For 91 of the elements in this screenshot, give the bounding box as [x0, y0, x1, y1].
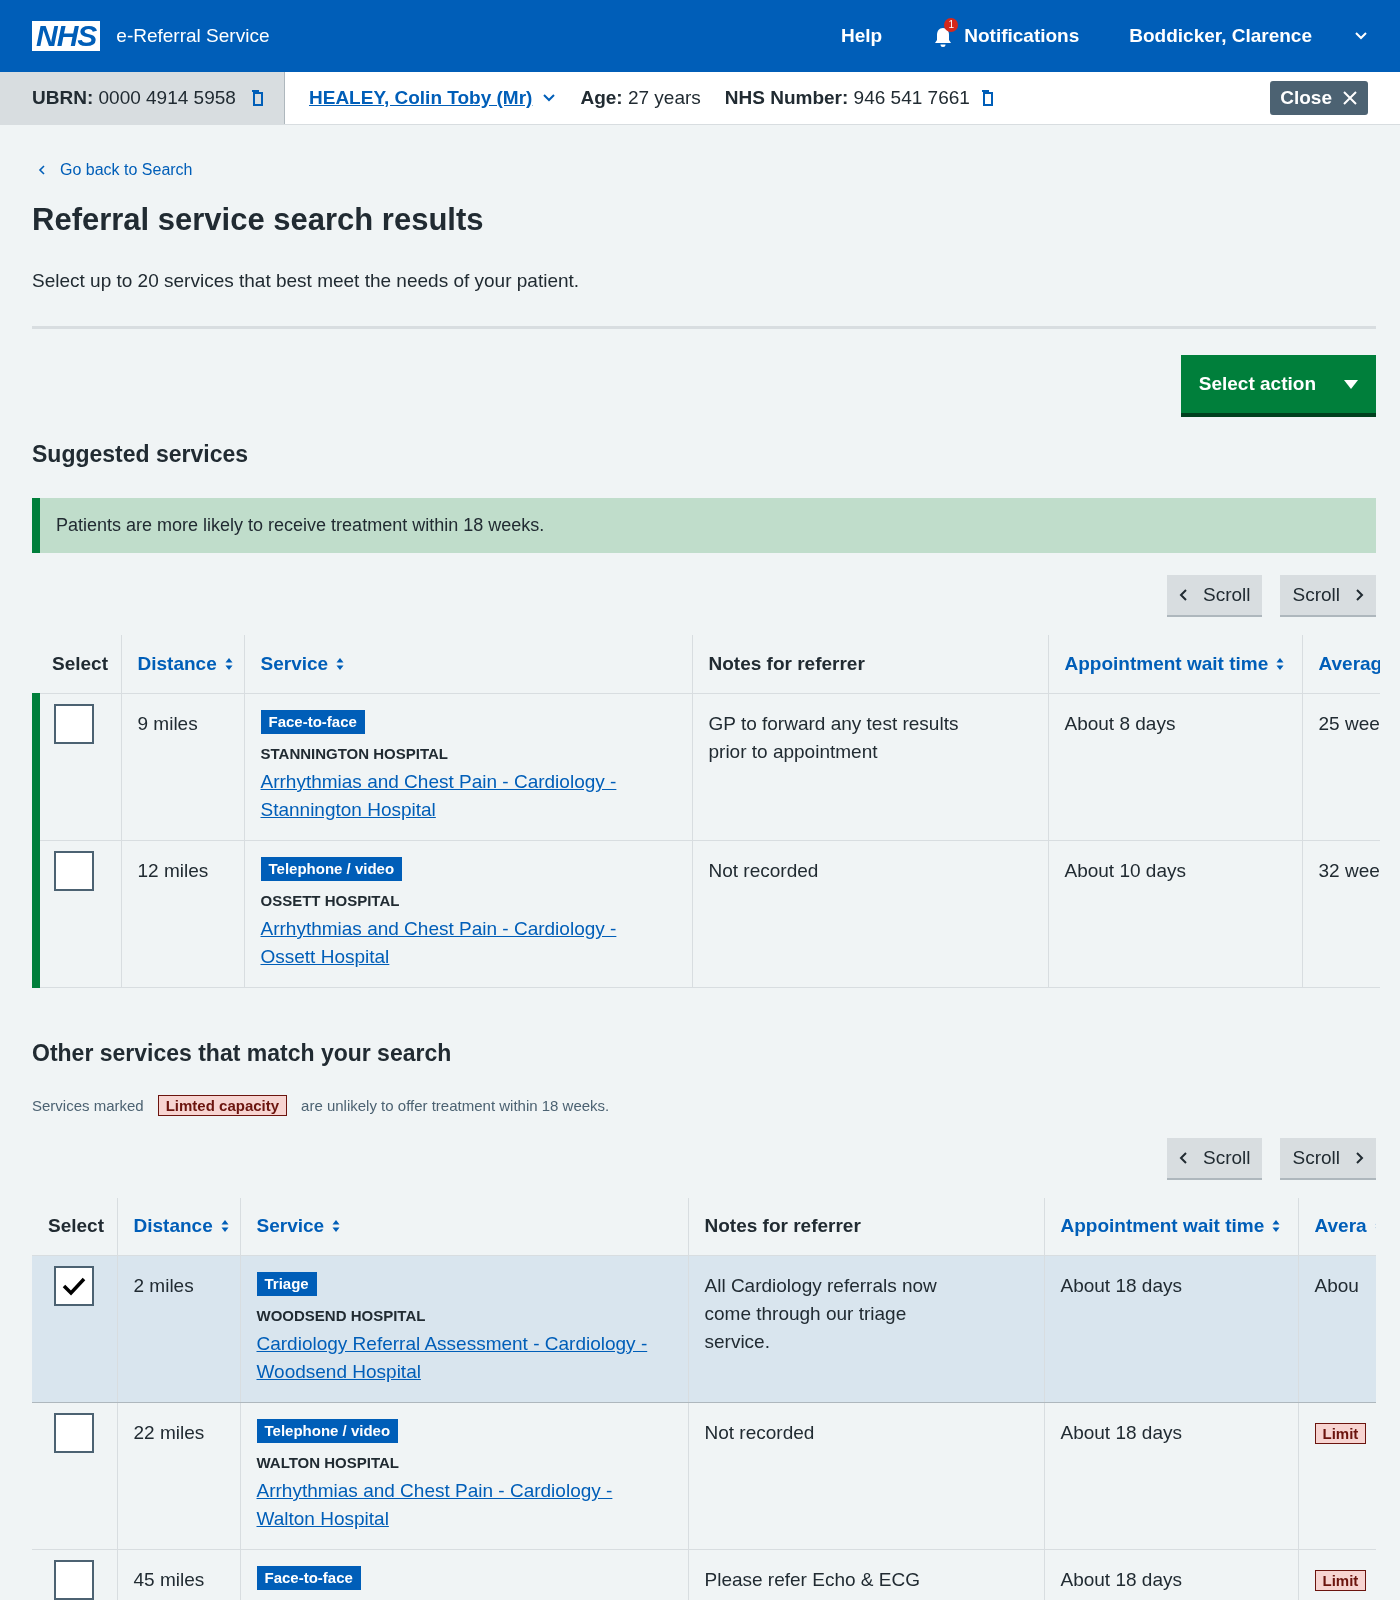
section-heading: Other services that match your search [32, 1039, 453, 1067]
section-heading: Suggested services [32, 441, 250, 468]
notes-text: Not recorded [708, 858, 820, 883]
column-header: Select [52, 652, 108, 674]
service-type-tag: Triage [256, 1272, 317, 1296]
distance-text: 45 miles [133, 1569, 205, 1590]
chevron-right-icon [1354, 588, 1364, 602]
chevron-left-icon [1178, 588, 1189, 602]
chevron-left-icon [1178, 1150, 1189, 1165]
sort-icon [1272, 1219, 1281, 1234]
sort-icon [336, 656, 345, 671]
sortable-column-header[interactable]: Distance [133, 1215, 229, 1238]
select-checkbox[interactable] [54, 1266, 94, 1306]
chevron-right-icon [1354, 1150, 1364, 1165]
capacity-tag: Limit [1314, 1423, 1367, 1444]
select-checkbox[interactable] [54, 1413, 94, 1453]
select-checkbox[interactable] [54, 703, 94, 744]
select-checkbox[interactable] [54, 850, 94, 891]
scroll-left-button[interactable]: Scroll [1166, 1137, 1263, 1178]
notes-text: Not recorded [704, 1421, 816, 1445]
page-title: Referral service search results [32, 202, 485, 238]
hospital-name: OSSETT HOSPITAL [260, 890, 401, 911]
caret-down-icon [1344, 379, 1358, 389]
average-wait-text: 25 wee [1318, 712, 1380, 734]
wait-time-text: About 18 days [1060, 1275, 1182, 1296]
wait-time-text: About 18 days [1060, 1569, 1182, 1590]
column-header: Notes for referrer [708, 652, 865, 674]
wait-time-text: About 18 days [1060, 1422, 1182, 1443]
service-link[interactable]: Arrhythmias and Chest Pain - Cardiology - Stannington Hospital [260, 767, 666, 824]
scroll-right-button[interactable]: Scroll [1280, 575, 1376, 615]
capacity-tag: Limted capacity [157, 1094, 288, 1116]
sortable-column-header[interactable]: Appointment wait time [1060, 1215, 1281, 1238]
service-name: e-Referral Service [116, 25, 270, 47]
close-icon [1342, 90, 1358, 106]
service-link[interactable]: Cardiology Referral Assessment - Cardiology - Woodsend Hospital [256, 1330, 662, 1386]
hospital-name: STANNINGTON HOSPITAL [260, 743, 449, 764]
distance-text: 12 miles [137, 859, 209, 881]
notification-count: 1 [944, 18, 959, 32]
copy-icon[interactable] [979, 90, 994, 106]
sortable-column-header[interactable]: Avera [1314, 1215, 1376, 1238]
select-checkbox[interactable] [54, 1560, 94, 1600]
sortable-column-header[interactable]: Service [256, 1215, 341, 1238]
scroll-left-button[interactable]: Scroll [1166, 575, 1263, 615]
service-type-tag: Telephone / video [260, 856, 403, 881]
sortable-column-header[interactable]: Distance [137, 652, 233, 675]
capacity-tag: Limit [1314, 1570, 1367, 1591]
service-type-tag: Face-to-face [260, 709, 365, 734]
service-type-tag: Telephone / video [256, 1419, 399, 1443]
chevron-left-icon [38, 164, 46, 176]
sortable-column-header[interactable]: Service [260, 652, 345, 675]
note-text: Services marked [32, 1096, 144, 1114]
distance-text: 2 miles [133, 1275, 194, 1296]
wait-time-text: About 10 days [1064, 859, 1186, 881]
back-link[interactable]: Go back to Search [32, 161, 193, 179]
sortable-column-header[interactable]: Averag [1318, 652, 1380, 675]
sort-icon [1276, 656, 1285, 671]
service-link[interactable]: Arrhythmias and Chest Pain - Cardiology - Ossett Hospital [260, 914, 666, 971]
help-link[interactable]: Help [841, 25, 883, 47]
column-header: Notes for referrer [704, 1215, 861, 1237]
chevron-down-icon[interactable] [542, 93, 557, 103]
hospital-name: WALTON HOSPITAL [256, 1453, 400, 1473]
column-header: Select [48, 1215, 104, 1237]
user-menu[interactable]: Boddicker, Clarence [1129, 25, 1312, 47]
note-text: are unlikely to offer treatment within 18 weeks. [301, 1096, 610, 1114]
average-wait-text: 32 wee [1318, 859, 1380, 881]
intro-text: Select up to 20 services that best meet the needs of your patient. [32, 270, 581, 292]
patient-name-link[interactable]: HEALEY, Colin Toby (Mr) [309, 87, 533, 109]
scroll-right-button[interactable]: Scroll [1280, 1137, 1376, 1178]
sort-icon [332, 1219, 341, 1234]
notifications-link[interactable]: Notifications [964, 25, 1080, 47]
distance-text: 9 miles [137, 712, 198, 734]
wait-time-text: About 8 days [1064, 712, 1176, 734]
info-inset: Patients are more likely to receive treatment within 18 weeks. [32, 498, 1376, 553]
close-button[interactable]: Close [1270, 81, 1368, 115]
notes-text: Please refer Echo & ECG [704, 1568, 921, 1592]
notes-text: All Cardiology referrals now come through our triage service. [704, 1274, 938, 1354]
nhs-number: NHS Number: 946 541 7661 [724, 87, 970, 109]
service-type-tag: Face-to-face [256, 1566, 361, 1590]
nhs-logo[interactable]: NHS [32, 21, 101, 51]
checkmark-icon [62, 1276, 86, 1296]
sort-icon [220, 1219, 229, 1234]
hospital-name: WOODSEND HOSPITAL [256, 1306, 427, 1326]
ubrn-text: UBRN: 0000 4914 5958 [32, 87, 236, 109]
notes-text: GP to forward any test results prior to appointment [708, 711, 960, 764]
service-link[interactable]: Arrhythmias and Chest Pain - Cardiology - Walton Hospital [256, 1477, 662, 1533]
copy-icon[interactable] [249, 90, 264, 106]
distance-text: 22 miles [133, 1422, 205, 1443]
patient-age: Age: 27 years [580, 87, 701, 109]
average-wait-text: Abou [1314, 1275, 1359, 1296]
sortable-column-header[interactable]: Appointment wait time [1064, 652, 1285, 675]
sort-icon [224, 656, 233, 671]
